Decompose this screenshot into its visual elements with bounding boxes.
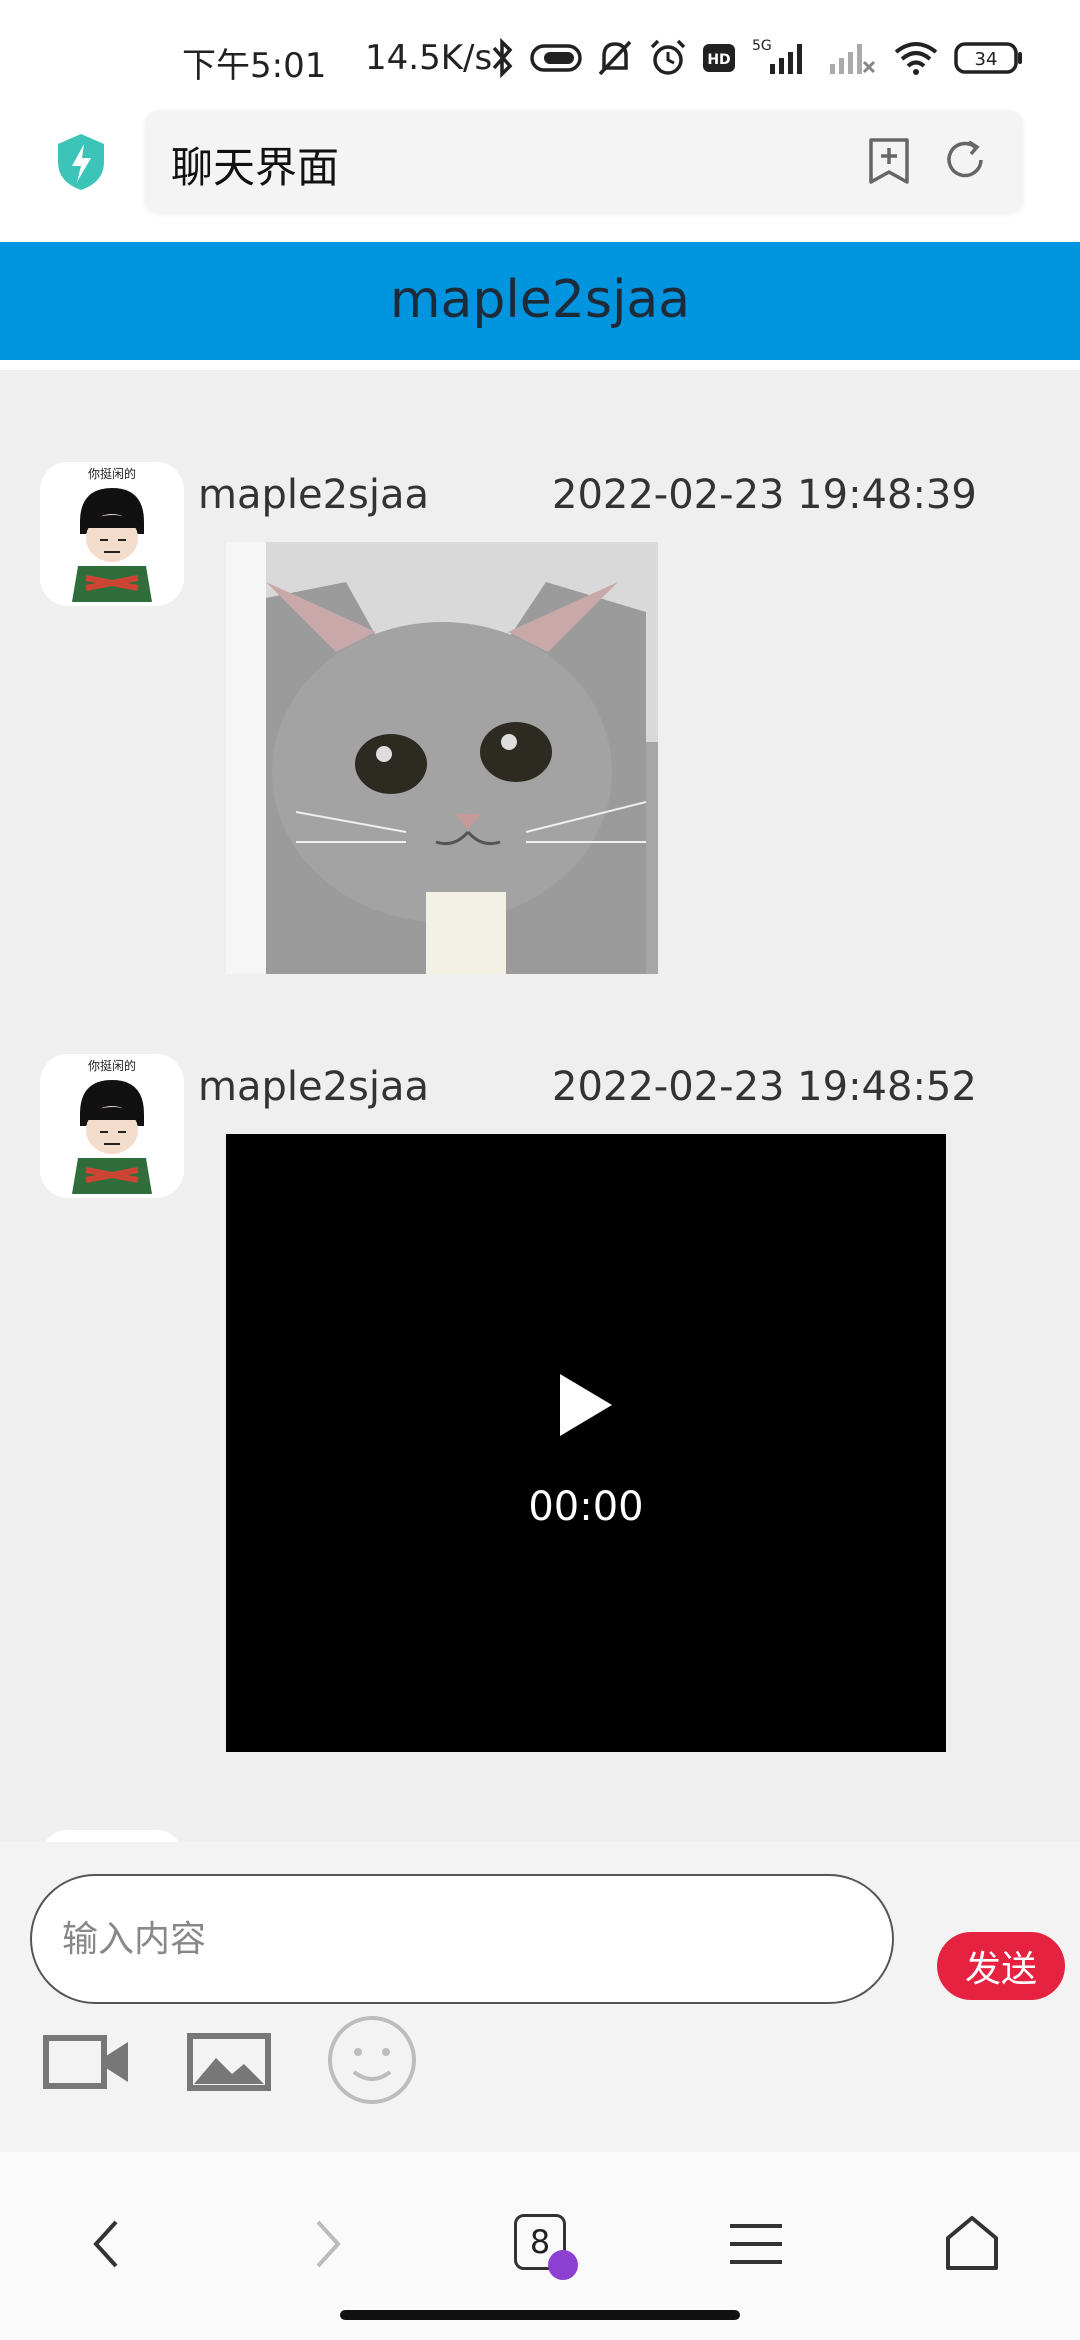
tabs-button[interactable]: 8 [502, 2206, 578, 2282]
address-field[interactable]: 聊天界面 [145, 110, 1023, 212]
composer: 发送 [0, 1842, 1080, 2152]
avatar[interactable] [40, 1830, 184, 1842]
status-bar: 下午5:01 14.5K/s HD 5G 34 [0, 0, 1080, 110]
sender-name: maple2sjaa [198, 472, 430, 518]
signal-off-icon [830, 44, 876, 74]
alarm-icon [650, 39, 686, 75]
message-image[interactable] [226, 542, 658, 974]
hd-label: HD [707, 52, 730, 68]
cat-image [226, 542, 658, 974]
forward-icon [316, 2220, 341, 2268]
mute-icon [598, 40, 632, 76]
avatar-caption: 你挺闲的 [88, 466, 136, 481]
emoji-icon[interactable] [326, 2014, 418, 2106]
network-label: 5G [752, 38, 772, 54]
back-button[interactable] [68, 2206, 144, 2282]
signal-icon: 5G [752, 38, 802, 74]
chat-header: maple2sjaa [0, 242, 1080, 360]
battery-level: 34 [975, 49, 998, 70]
add-bookmark-icon[interactable] [867, 136, 911, 186]
home-indicator [340, 2310, 740, 2320]
avatar-image: 你挺闲的 [40, 462, 184, 606]
image-icon[interactable] [186, 2030, 272, 2094]
menu-icon [730, 2224, 782, 2264]
forward-button[interactable] [290, 2206, 366, 2282]
video-camera-icon[interactable] [42, 2030, 132, 2094]
page-title: 聊天界面 [171, 143, 340, 192]
network-speed: 14.5K/s [365, 38, 493, 78]
message-time: 2022-02-23 19:48:39 [552, 472, 977, 518]
wifi-icon [894, 42, 938, 75]
home-icon [946, 2216, 998, 2270]
toggle-icon [530, 44, 582, 72]
shield-icon[interactable] [54, 132, 108, 192]
video-time: 00:00 [528, 1484, 644, 1530]
sender-name: maple2sjaa [198, 1064, 430, 1110]
avatar[interactable]: 你挺闲的 [40, 1054, 184, 1198]
bluetooth-icon [492, 38, 513, 78]
back-icon [93, 2220, 118, 2268]
browser-address-bar: 聊天界面 [0, 110, 1080, 240]
hd-icon: HD [703, 44, 735, 72]
status-time: 下午5:01 [182, 46, 327, 86]
home-button[interactable] [934, 2206, 1010, 2282]
status-icons: HD 5G 34 [490, 30, 1024, 86]
refresh-icon[interactable] [941, 136, 989, 184]
menu-button[interactable] [718, 2206, 794, 2282]
video-player[interactable]: 00:00 [226, 1134, 946, 1752]
chat-title: maple2sjaa [389, 270, 691, 330]
avatar-image: 你挺闲的 [40, 1054, 184, 1198]
play-icon[interactable] [556, 1370, 616, 1440]
send-button[interactable]: 发送 [937, 1932, 1065, 2000]
avatar[interactable]: 你挺闲的 [40, 462, 184, 606]
chat-message-list[interactable]: 你挺闲的 maple2sjaa 2022-02-23 19:48:39 你挺闲的… [0, 370, 1080, 1842]
avatar-caption: 你挺闲的 [88, 1058, 136, 1073]
battery-icon: 34 [954, 42, 1022, 74]
message-time: 2022-02-23 19:48:52 [552, 1064, 977, 1110]
message-input[interactable] [30, 1874, 894, 2004]
incognito-badge [548, 2250, 578, 2280]
